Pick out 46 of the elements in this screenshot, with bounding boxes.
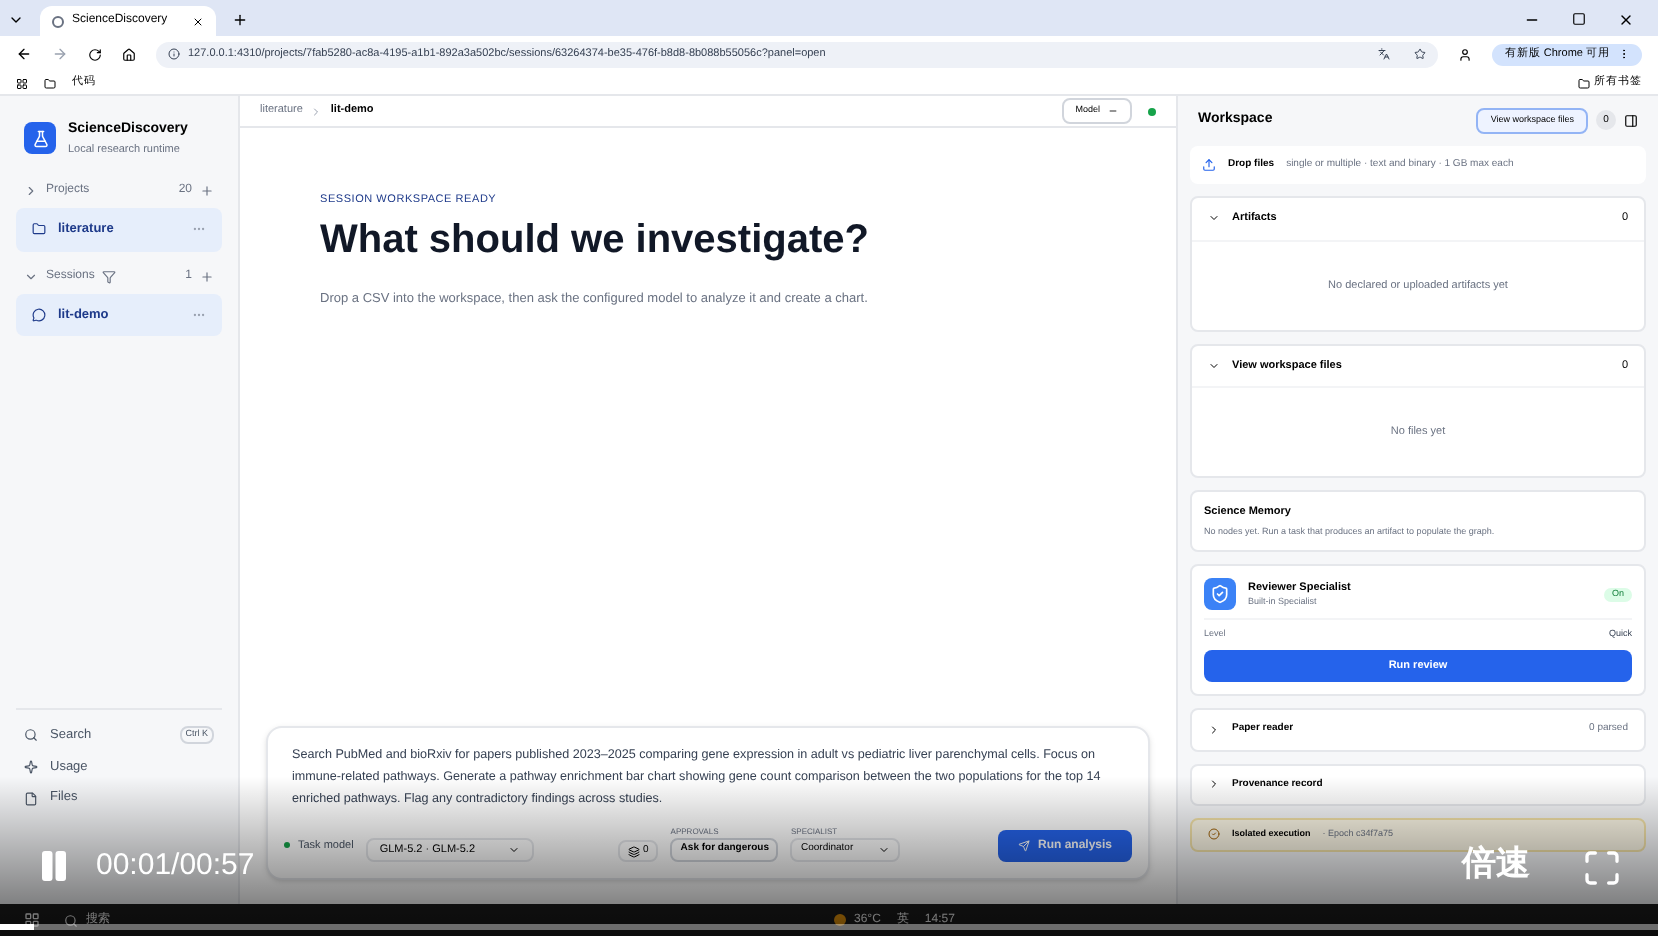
app-logo-icon — [24, 122, 56, 155]
expand-toggle[interactable] — [24, 183, 38, 198]
dash-icon — [1108, 106, 1118, 116]
reload-icon[interactable] — [88, 47, 102, 61]
expand-toggle[interactable] — [1208, 212, 1220, 225]
bookmark-star-icon[interactable] — [1414, 48, 1427, 60]
profile-icon[interactable] — [1458, 47, 1473, 61]
tab-list-icon[interactable] — [8, 12, 24, 28]
panel-toggle-icon[interactable] — [1624, 113, 1638, 128]
video-time: 00:01/00:57 — [96, 845, 255, 885]
shield-icon — [1204, 578, 1236, 611]
chevron-right-icon — [24, 183, 38, 198]
layers-icon — [627, 845, 640, 857]
close-icon[interactable] — [1618, 12, 1634, 28]
folder-icon — [32, 222, 46, 237]
sparkle-icon — [24, 759, 38, 774]
folder-icon[interactable] — [1578, 77, 1590, 89]
expand-toggle[interactable] — [1208, 723, 1220, 736]
chevron-down-icon — [507, 844, 520, 856]
file-icon — [24, 791, 38, 806]
new-tab-icon[interactable] — [232, 12, 248, 28]
chevron-down-icon — [877, 844, 890, 856]
start-icon[interactable] — [24, 912, 40, 928]
search-icon — [64, 913, 78, 927]
fullscreen-icon[interactable] — [1582, 848, 1622, 888]
pause-icon[interactable] — [36, 847, 72, 884]
page-heading: What should we investigate? — [320, 216, 871, 267]
upload-icon — [1202, 158, 1216, 172]
chevron-down-icon — [24, 269, 38, 283]
info-icon — [168, 48, 180, 60]
folder-icon[interactable] — [44, 77, 56, 89]
expand-toggle[interactable] — [24, 269, 38, 283]
translate-icon[interactable] — [1378, 48, 1391, 60]
filter-icon[interactable] — [102, 269, 117, 283]
progress-track[interactable] — [0, 924, 1658, 930]
expand-toggle[interactable] — [1208, 778, 1220, 791]
home-icon[interactable] — [122, 47, 136, 61]
search-icon — [24, 728, 38, 743]
chat-icon — [32, 307, 46, 322]
back-icon[interactable] — [16, 46, 32, 62]
close-icon[interactable] — [192, 15, 204, 27]
apps-icon[interactable] — [16, 77, 28, 89]
expand-toggle[interactable] — [1208, 359, 1220, 372]
chevron-right-icon — [310, 105, 323, 117]
send-icon — [1017, 840, 1030, 852]
maximize-icon[interactable] — [1572, 12, 1586, 26]
